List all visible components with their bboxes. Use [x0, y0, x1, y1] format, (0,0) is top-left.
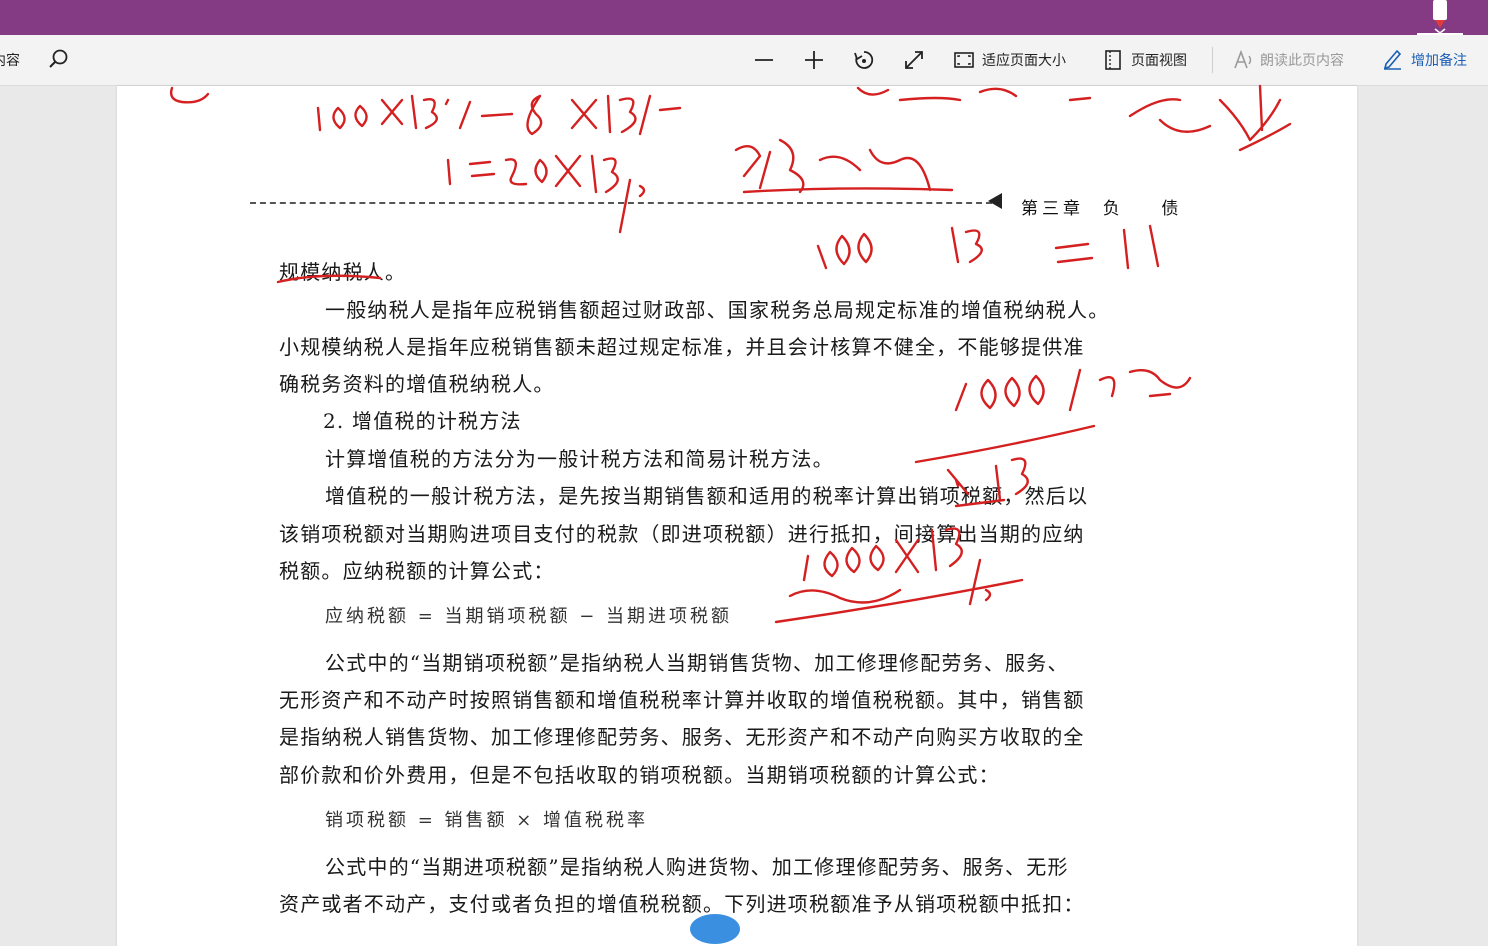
ink-1000-b	[802, 544, 885, 582]
floating-action-button[interactable]	[690, 914, 740, 944]
ink-equals	[446, 158, 496, 186]
ink-tax-inclusive	[1068, 368, 1192, 412]
ink-top-right-scribble	[1128, 84, 1292, 152]
ink-equals-11	[1054, 224, 1160, 270]
ink-underline-formula	[774, 578, 1024, 624]
ink-80	[480, 94, 543, 136]
ink-percent-a	[444, 98, 472, 130]
ink-underline-mid	[954, 498, 1006, 508]
ink-20	[504, 158, 548, 186]
ink-13-d	[950, 226, 983, 264]
ink-13-b	[570, 94, 682, 136]
ink-13-e	[894, 527, 992, 606]
ink-squiggle	[788, 588, 902, 604]
ink-1000	[954, 374, 1045, 412]
ink-1-plus-13	[946, 457, 1029, 502]
ink-13-a	[380, 94, 438, 130]
ink-fraction-bar	[914, 424, 1096, 464]
ink-13-c	[554, 154, 646, 234]
ink-tax-word	[734, 138, 954, 194]
handwritten-annotations	[169, 84, 1292, 624]
ink-underline-top	[276, 274, 382, 284]
ink-100-b	[816, 232, 873, 270]
ink-top-partial	[856, 86, 1092, 102]
ink-mark-edge	[169, 86, 210, 104]
ink-100-a	[316, 104, 368, 132]
